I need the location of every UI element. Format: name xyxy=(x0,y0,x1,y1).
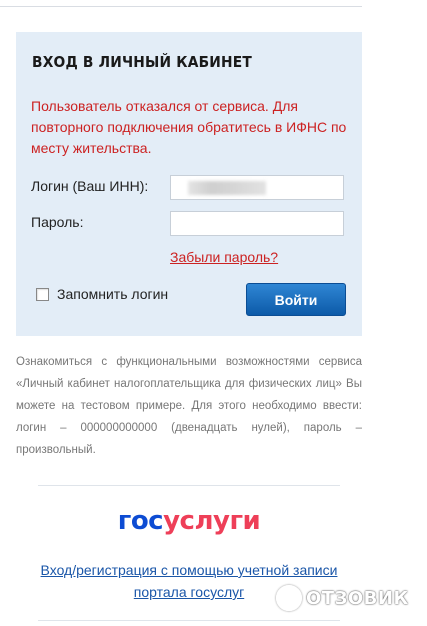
login-label: Логин (Ваш ИНН): xyxy=(31,178,149,194)
login-button[interactable]: Войти xyxy=(246,283,346,316)
forgot-password-link[interactable]: Забыли пароль? xyxy=(170,249,278,265)
remember-login[interactable]: Запомнить логин xyxy=(36,286,168,302)
divider xyxy=(38,485,340,486)
gosuslugi-logo-part1: гос xyxy=(117,506,164,536)
redacted-login-value xyxy=(188,181,266,195)
checkbox-icon[interactable] xyxy=(36,287,49,301)
login-panel: ВХОД В ЛИЧНЫЙ КАБИНЕТ Пользователь отказ… xyxy=(16,32,362,336)
gosuslugi-logo[interactable]: госуслуги xyxy=(0,506,378,536)
info-text: Ознакомиться с функциональными возможнос… xyxy=(16,356,362,456)
top-divider xyxy=(0,6,362,7)
watermark: ОТЗОВИК xyxy=(276,585,409,611)
password-input[interactable] xyxy=(170,211,344,236)
watermark-text: ОТЗОВИК xyxy=(306,587,409,609)
otzovik-logo-icon xyxy=(276,585,302,611)
panel-title: ВХОД В ЛИЧНЫЙ КАБИНЕТ xyxy=(32,53,252,71)
divider xyxy=(38,620,340,621)
remember-login-label: Запомнить логин xyxy=(57,286,169,302)
gosuslugi-logo-part2: услуги xyxy=(163,506,261,536)
password-label: Пароль: xyxy=(31,214,84,230)
error-message: Пользователь отказался от сервиса. Для п… xyxy=(31,98,347,156)
